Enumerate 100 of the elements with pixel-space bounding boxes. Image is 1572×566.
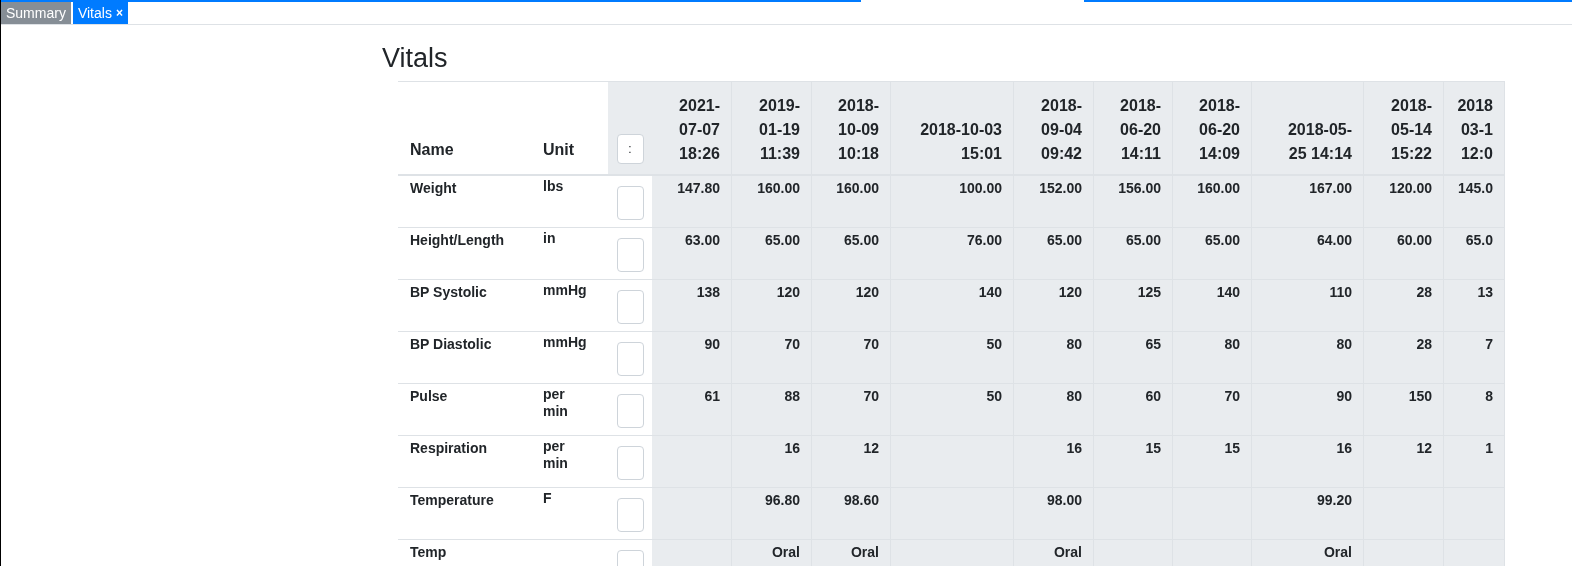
date-header: 2018 03-1 12:0 [1444,82,1505,174]
date-header: 2019- 01-19 11:39 [732,82,812,174]
tab[interactable]: Summary [1,2,71,24]
table-cell: 60.00 [1364,228,1444,279]
row-checkbox[interactable] [616,290,644,324]
table-cell: 70 [812,384,891,435]
table-cell: 90 [652,332,732,383]
date-header: 2021- 07-07 18:26 [652,82,732,174]
row-checkbox[interactable] [616,446,644,480]
table-cell: 147.80 [652,176,732,227]
table-cell: 98.00 [1014,488,1094,539]
date-header: 2018- 10-09 10:18 [812,82,891,174]
table-cell: 80 [1014,332,1094,383]
date-header: 2018- 05-14 15:22 [1364,82,1444,174]
table-cell: 61 [652,384,732,435]
row-checkbox[interactable] [616,238,644,272]
table-cell: 150 [1364,384,1444,435]
table-cell: 50 [891,384,1014,435]
table-cell: 13 [1444,280,1505,331]
table-cell: 76.00 [891,228,1014,279]
table-cell: 96.80 [732,488,812,539]
table-cell: 65.00 [1014,228,1094,279]
table-cell: Oral [812,540,891,566]
table-cell: 63.00 [652,228,732,279]
table-cell: 7 [1444,332,1505,383]
table-cell: 138 [652,280,732,331]
table-cell: 12 [812,436,891,487]
table-cell: 100.00 [891,176,1014,227]
table-cell: 120 [732,280,812,331]
table-cell: 64.00 [1252,228,1364,279]
table-cell: 160.00 [812,176,891,227]
vital-name: BP Systolic [410,284,487,300]
table-cell: 120.00 [1364,176,1444,227]
unit-text: per min [543,438,568,471]
table-cell: 88 [732,384,812,435]
date-header: 2018- 06-20 14:11 [1094,82,1173,174]
table-cell: 15 [1094,436,1173,487]
row-checkbox[interactable] [616,186,644,220]
table-cell: 65.0 [1444,228,1505,279]
table-cell: Oral [732,540,812,566]
column-header: Name [409,140,455,160]
vital-name: Temp [410,544,447,560]
table-cell: 1 [1444,436,1505,487]
table-cell: 65.00 [732,228,812,279]
vital-name: Height/Length [410,232,505,248]
table-cell: 16 [732,436,812,487]
row-checkbox[interactable] [616,342,644,376]
table-cell: 98.60 [812,488,891,539]
vital-name: Temperature [410,492,494,508]
unit-text: per min [543,386,568,419]
vital-name: Weight [410,180,457,196]
table-cell: 28 [1364,280,1444,331]
table-cell: 156.00 [1094,176,1173,227]
table-cell: 160.00 [732,176,812,227]
table-cell: 120 [812,280,891,331]
table-cell: 65.00 [812,228,891,279]
date-header: 2018- 09-04 09:42 [1014,82,1094,174]
date-header: 2018-05- 25 14:14 [1252,82,1364,174]
table-cell: Oral [1014,540,1094,566]
table-cell: 15 [1173,436,1252,487]
table-cell: 140 [1173,280,1252,331]
table-cell: 99.20 [1252,488,1364,539]
table-cell: 65.00 [1173,228,1252,279]
table-cell: 65 [1094,332,1173,383]
table-cell: 145.0 [1444,176,1505,227]
table-cell: 140 [891,280,1014,331]
table-cell: 70 [732,332,812,383]
date-header: 2018- 06-20 14:09 [1173,82,1252,174]
table-cell: 80 [1252,332,1364,383]
table-cell: 50 [891,332,1014,383]
table-cell: 70 [812,332,891,383]
row-checkbox[interactable] [616,394,644,428]
tab[interactable]: Vitals × [72,2,128,24]
column-menu-button[interactable]: : [616,134,644,164]
table-cell: 16 [1014,436,1094,487]
unit-text: in [543,230,556,246]
unit-text: mmHg [543,282,587,298]
table-cell: 110 [1252,280,1364,331]
table-cell: 120 [1014,280,1094,331]
page-title: Vitals [382,42,449,75]
unit-text: F [543,490,552,506]
table-cell: 167.00 [1252,176,1364,227]
table-cell: 60 [1094,384,1173,435]
table-cell: 16 [1252,436,1364,487]
table-cell: 80 [1173,332,1252,383]
table-cell: 90 [1252,384,1364,435]
table-cell: 125 [1094,280,1173,331]
table-cell: 80 [1014,384,1094,435]
vital-name: BP Diastolic [410,336,492,352]
unit-text: lbs [543,178,564,194]
row-checkbox[interactable] [616,498,644,532]
table-cell: 12 [1364,436,1444,487]
vital-name: Respiration [410,440,487,456]
table-cell: 8 [1444,384,1505,435]
table-cell: 70 [1173,384,1252,435]
date-header: 2018-10-03 15:01 [891,82,1014,174]
close-icon[interactable]: × [115,4,123,22]
table-cell: Oral [1252,540,1364,566]
table-cell: 160.00 [1173,176,1252,227]
table-cell: 152.00 [1014,176,1094,227]
